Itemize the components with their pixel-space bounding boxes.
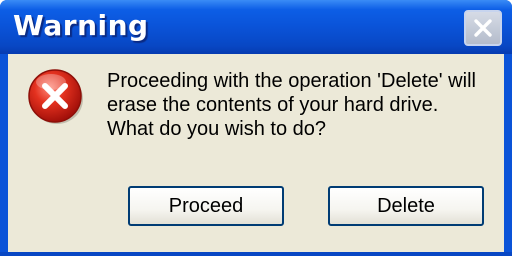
window-frame-bottom <box>0 252 512 256</box>
dialog-title: Warning <box>13 9 149 42</box>
error-icon <box>28 69 83 124</box>
dialog-message: Proceeding with the operation 'Delete' w… <box>107 69 497 141</box>
close-button[interactable] <box>464 10 502 46</box>
title-bar[interactable]: Warning <box>0 0 512 54</box>
message-line: Proceeding with the operation 'Delete' w… <box>107 70 476 92</box>
message-line: What do you wish to do? <box>107 118 327 140</box>
dialog-body: Proceeding with the operation 'Delete' w… <box>8 54 504 256</box>
delete-button[interactable]: Delete <box>328 186 484 226</box>
warning-dialog: Warning Proceeding with the operation 'D… <box>0 0 512 256</box>
proceed-button[interactable]: Proceed <box>128 186 284 226</box>
message-line: erase the contents of your hard drive. <box>107 94 439 116</box>
close-icon <box>474 19 492 37</box>
